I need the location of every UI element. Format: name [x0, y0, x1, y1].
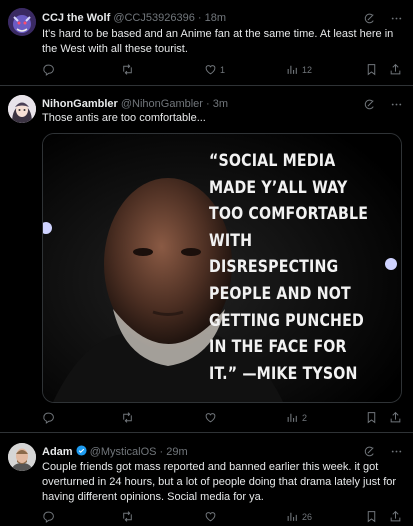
views-button[interactable]: 2: [286, 411, 307, 424]
repost-icon: [121, 510, 134, 523]
repost-button[interactable]: [121, 63, 137, 76]
heart-icon: [204, 63, 217, 76]
tweet-actions: 26: [42, 510, 405, 526]
reply-button[interactable]: [42, 411, 58, 424]
reply-icon: [42, 63, 55, 76]
anime-girl-avatar-icon[interactable]: [8, 95, 36, 123]
tweet-actions: 2: [42, 411, 405, 427]
views-icon: [286, 63, 299, 76]
display-name[interactable]: CCJ the Wolf: [42, 12, 110, 24]
views-button[interactable]: 12: [286, 63, 312, 76]
like-button[interactable]: [204, 411, 220, 424]
views-icon: [286, 510, 299, 523]
repost-icon: [121, 63, 134, 76]
reply-icon: [42, 411, 55, 424]
handle-and-time[interactable]: @NihonGambler · 3m: [121, 98, 228, 110]
bookmark-button[interactable]: [365, 63, 378, 76]
bookmark-button[interactable]: [365, 510, 378, 523]
share-button[interactable]: [389, 411, 402, 424]
tweet-header: CCJ the Wolf @CCJ53926396 · 18m: [42, 12, 353, 24]
grok-icon[interactable]: [363, 445, 376, 458]
view-count: 2: [302, 412, 308, 423]
tweet-image[interactable]: “SOCIAL MEDIA MADE Y’ALL WAY TOO COMFORT…: [42, 133, 402, 403]
tweet-header: Adam @MysticalOS · 29m: [42, 445, 353, 458]
bookmark-icon: [365, 63, 378, 76]
grok-icon[interactable]: [363, 98, 376, 111]
man-avatar-icon[interactable]: [8, 443, 36, 471]
wolf-avatar-icon[interactable]: [8, 8, 36, 36]
display-name[interactable]: NihonGambler: [42, 98, 118, 110]
handle-and-time[interactable]: @CCJ53926396 · 18m: [113, 12, 226, 24]
timeline-feed: CCJ the Wolf @CCJ53926396 · 18m It's har…: [0, 0, 413, 520]
tweet-text: It's hard to be based and an Anime fan a…: [42, 28, 394, 55]
more-icon[interactable]: [390, 12, 403, 25]
share-button[interactable]: [389, 510, 402, 523]
like-count: 1: [220, 64, 226, 75]
grok-icon[interactable]: [363, 12, 376, 25]
reply-button[interactable]: [42, 510, 58, 523]
tweet-text: Couple friends got mass reported and ban…: [42, 461, 397, 503]
bookmark-icon: [365, 411, 378, 424]
share-icon: [389, 411, 402, 424]
display-name[interactable]: Adam: [42, 446, 73, 458]
repost-button[interactable]: [121, 411, 137, 424]
tweet-top-actions: [363, 98, 403, 111]
tweet-actions: 1 12: [42, 63, 405, 79]
tweet[interactable]: CCJ the Wolf @CCJ53926396 · 18m It's har…: [0, 0, 413, 86]
bookmark-icon: [365, 510, 378, 523]
repost-button[interactable]: [121, 510, 137, 523]
heart-icon: [204, 411, 217, 424]
views-button[interactable]: 26: [286, 510, 312, 523]
heart-icon: [204, 510, 217, 523]
share-icon: [389, 63, 402, 76]
tweet[interactable]: NihonGambler @NihonGambler · 3m Those an…: [0, 86, 413, 433]
like-button[interactable]: 1: [204, 63, 225, 76]
tweet-top-actions: [363, 445, 403, 458]
tweet-top-actions: [363, 12, 403, 25]
share-icon: [389, 510, 402, 523]
view-count: 26: [302, 511, 313, 522]
more-icon[interactable]: [390, 445, 403, 458]
bookmark-button[interactable]: [365, 411, 378, 424]
handle-and-time[interactable]: @MysticalOS · 29m: [90, 446, 188, 458]
tweet[interactable]: Adam @MysticalOS · 29m Couple friends go…: [0, 433, 413, 520]
view-count: 12: [302, 64, 313, 75]
share-button[interactable]: [389, 63, 402, 76]
verified-badge-icon: [76, 445, 87, 456]
reply-icon: [42, 510, 55, 523]
repost-icon: [121, 411, 134, 424]
tweet-text: Those antis are too comfortable...: [42, 112, 206, 124]
like-button[interactable]: [204, 510, 220, 523]
views-icon: [286, 411, 299, 424]
image-quote-text: “SOCIAL MEDIA MADE Y’ALL WAY TOO COMFORT…: [209, 151, 369, 383]
reply-button[interactable]: [42, 63, 58, 76]
more-icon[interactable]: [390, 98, 403, 111]
tweet-header: NihonGambler @NihonGambler · 3m: [42, 98, 353, 110]
